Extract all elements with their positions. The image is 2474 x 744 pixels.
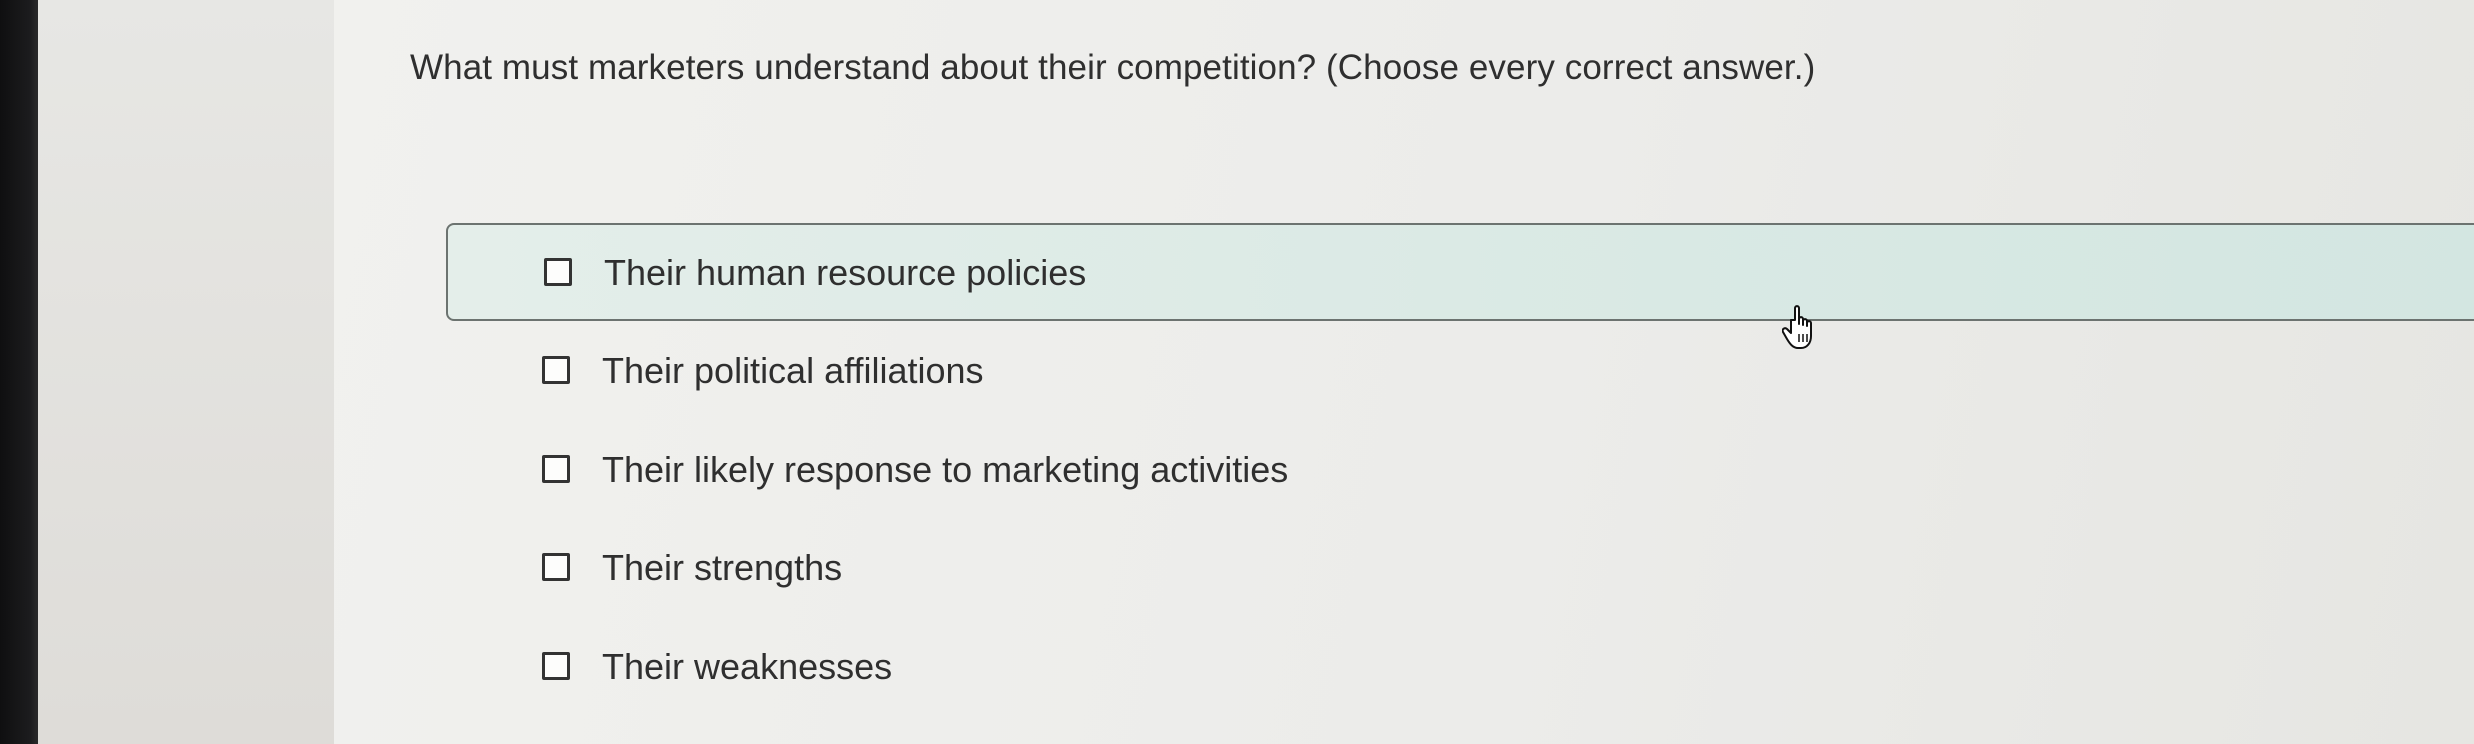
checkbox-option-1[interactable]	[544, 258, 572, 286]
option-5-label: Their weaknesses	[602, 646, 893, 687]
left-margin-panel	[38, 0, 334, 744]
question-text: What must marketers understand about the…	[410, 48, 1816, 87]
hand-pointer-icon	[1782, 305, 1812, 349]
answer-option-4[interactable]: Their strengths	[446, 520, 2474, 618]
answer-option-2[interactable]: Their political affiliations	[446, 323, 2474, 421]
option-2-label: Their political affiliations	[602, 350, 984, 391]
answer-option-1[interactable]: Their human resource policies	[446, 223, 2474, 321]
answer-option-3[interactable]: Their likely response to marketing activ…	[446, 422, 2474, 520]
checkbox-option-3[interactable]	[542, 455, 570, 483]
option-3-label: Their likely response to marketing activ…	[602, 449, 1289, 490]
checkbox-option-5[interactable]	[542, 652, 570, 680]
option-1-label: Their human resource policies	[604, 252, 1087, 293]
answer-option-5[interactable]: Their weaknesses	[446, 619, 2474, 717]
screen-bezel	[0, 0, 38, 744]
checkbox-option-2[interactable]	[542, 356, 570, 384]
checkbox-option-4[interactable]	[542, 553, 570, 581]
option-4-label: Their strengths	[602, 547, 843, 588]
